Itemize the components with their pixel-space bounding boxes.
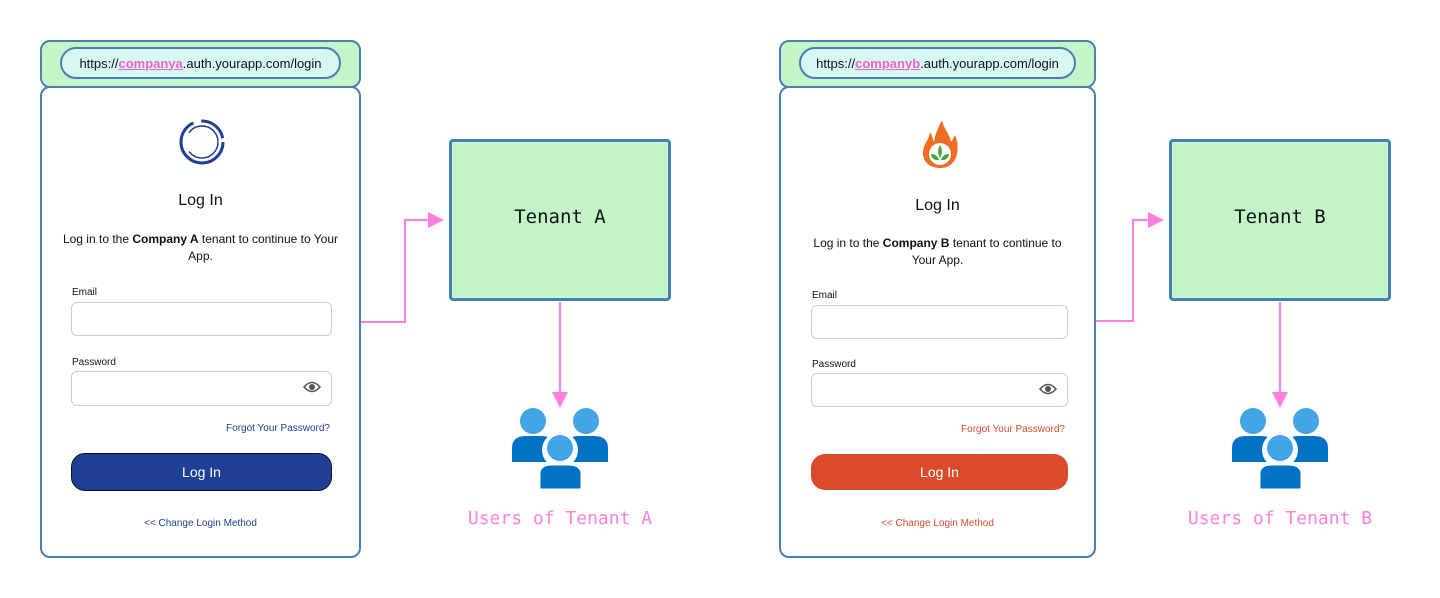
users-group-icon bbox=[1232, 408, 1328, 492]
arrow-card-b-to-tenant-b bbox=[1096, 212, 1164, 322]
connectors bbox=[361, 212, 1328, 492]
arrow-card-a-to-tenant-a bbox=[361, 212, 444, 323]
users-group-icon bbox=[512, 408, 608, 492]
